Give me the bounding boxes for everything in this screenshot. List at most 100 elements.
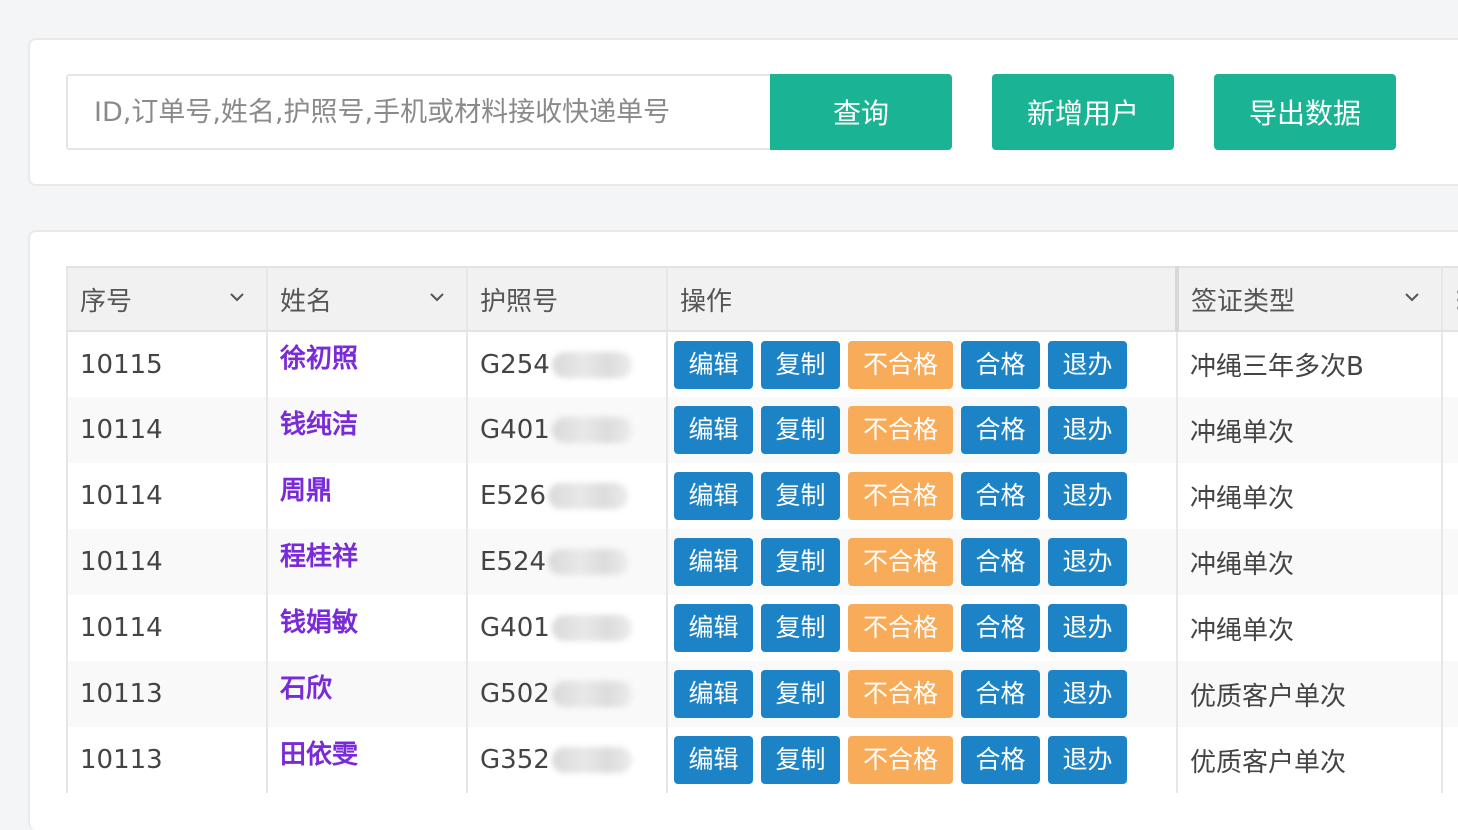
customer-name-link[interactable]: 徐初照 <box>280 344 358 374</box>
chevron-down-icon[interactable] <box>228 288 246 306</box>
cell-seq: 10115 <box>66 331 268 397</box>
cell-operation: 编辑 复制 不合格 合格 退办 <box>666 397 1178 463</box>
copy-button[interactable]: 复制 <box>761 736 840 784</box>
pass-button[interactable]: 合格 <box>961 472 1040 520</box>
table-row: 10114 钱娟敏 G401 编辑 复制 不合格 合格 退办 冲绳单次 <box>66 595 1458 661</box>
column-header-passport: 护照号 <box>466 266 668 332</box>
cell-seq: 10114 <box>66 529 268 595</box>
passport-redacted <box>551 747 632 774</box>
withdraw-button[interactable]: 退办 <box>1048 736 1127 784</box>
column-header-seq[interactable]: 序号 <box>66 266 268 332</box>
cell-name: 钱娟敏 <box>266 595 468 661</box>
column-header-label: 序号 <box>80 286 133 317</box>
fail-button[interactable]: 不合格 <box>848 736 953 784</box>
copy-button[interactable]: 复制 <box>761 472 840 520</box>
passport-redacted <box>551 351 632 378</box>
pass-button[interactable]: 合格 <box>961 736 1040 784</box>
customer-name-link[interactable]: 周鼎 <box>280 476 332 506</box>
search-panel: 查询 新增用户 导出数据 <box>28 38 1458 186</box>
table-row: 10113 田依雯 G352 编辑 复制 不合格 合格 退办 优质客户单次 <box>66 727 1458 793</box>
cell-passport: G401 <box>466 595 668 661</box>
column-menu[interactable] <box>1441 266 1458 332</box>
pass-button[interactable]: 合格 <box>961 340 1040 389</box>
passport-redacted <box>551 615 632 642</box>
fail-button[interactable]: 不合格 <box>848 604 953 652</box>
withdraw-button[interactable]: 退办 <box>1048 604 1127 652</box>
chevron-down-icon[interactable] <box>1403 288 1421 306</box>
export-data-button[interactable]: 导出数据 <box>1214 74 1396 150</box>
edit-button[interactable]: 编辑 <box>674 340 753 389</box>
cell-name: 石欣 <box>266 661 468 727</box>
customer-name-link[interactable]: 程桂祥 <box>280 542 358 572</box>
withdraw-button[interactable]: 退办 <box>1048 472 1127 520</box>
copy-button[interactable]: 复制 <box>761 340 840 389</box>
fail-button[interactable]: 不合格 <box>848 472 953 520</box>
cell-extra <box>1441 727 1458 793</box>
cell-operation: 编辑 复制 不合格 合格 退办 <box>666 529 1178 595</box>
passport-number: G502 <box>480 679 550 710</box>
table-row: 10115 徐初照 G254 编辑 复制 不合格 合格 退办 冲绳三年多次B <box>66 331 1458 397</box>
cell-operation: 编辑 复制 不合格 合格 退办 <box>666 463 1178 529</box>
cell-extra <box>1441 463 1458 529</box>
column-header-label: 护照号 <box>480 286 559 317</box>
passport-number: E526 <box>480 481 547 512</box>
column-header-label: 签证类型 <box>1191 286 1296 317</box>
cell-visa-type: 优质客户单次 <box>1176 661 1443 727</box>
table-row: 10114 程桂祥 E524 编辑 复制 不合格 合格 退办 冲绳单次 <box>66 529 1458 595</box>
withdraw-button[interactable]: 退办 <box>1048 670 1127 718</box>
column-header-name[interactable]: 姓名 <box>266 266 468 332</box>
customer-table: 序号 姓名 护照号 操作 签证类型 10115 徐初照 G254 编辑 复制 不… <box>66 266 1458 793</box>
withdraw-button[interactable]: 退办 <box>1048 406 1127 454</box>
passport-redacted <box>548 483 629 510</box>
cell-passport: G502 <box>466 661 668 727</box>
customer-name-link[interactable]: 钱娟敏 <box>280 608 358 638</box>
copy-button[interactable]: 复制 <box>761 406 840 454</box>
passport-redacted <box>548 549 629 576</box>
fail-button[interactable]: 不合格 <box>848 406 953 454</box>
edit-button[interactable]: 编辑 <box>674 604 753 652</box>
pass-button[interactable]: 合格 <box>961 604 1040 652</box>
cell-operation: 编辑 复制 不合格 合格 退办 <box>666 595 1178 661</box>
copy-button[interactable]: 复制 <box>761 670 840 718</box>
column-header-visa-type[interactable]: 签证类型 <box>1176 266 1443 332</box>
cell-seq: 10114 <box>66 595 268 661</box>
add-user-button[interactable]: 新增用户 <box>992 74 1174 150</box>
column-header-label: 姓名 <box>280 286 333 317</box>
edit-button[interactable]: 编辑 <box>674 472 753 520</box>
cell-visa-type: 冲绳单次 <box>1176 463 1443 529</box>
edit-button[interactable]: 编辑 <box>674 538 753 586</box>
table-row: 10114 钱纯洁 G401 编辑 复制 不合格 合格 退办 冲绳单次 <box>66 397 1458 463</box>
cell-passport: G352 <box>466 727 668 793</box>
pass-button[interactable]: 合格 <box>961 406 1040 454</box>
customer-name-link[interactable]: 石欣 <box>280 674 332 704</box>
edit-button[interactable]: 编辑 <box>674 736 753 784</box>
fail-button[interactable]: 不合格 <box>848 340 953 389</box>
cell-operation: 编辑 复制 不合格 合格 退办 <box>666 331 1178 397</box>
cell-seq: 10114 <box>66 463 268 529</box>
chevron-down-icon[interactable] <box>428 288 446 306</box>
copy-button[interactable]: 复制 <box>761 604 840 652</box>
cell-name: 徐初照 <box>266 331 468 397</box>
column-header-label: 操作 <box>680 286 733 317</box>
pass-button[interactable]: 合格 <box>961 670 1040 718</box>
cell-visa-type: 优质客户单次 <box>1176 727 1443 793</box>
cell-name: 周鼎 <box>266 463 468 529</box>
withdraw-button[interactable]: 退办 <box>1048 538 1127 586</box>
search-input[interactable] <box>66 74 772 150</box>
customer-name-link[interactable]: 田依雯 <box>280 740 358 770</box>
cell-visa-type: 冲绳单次 <box>1176 397 1443 463</box>
withdraw-button[interactable]: 退办 <box>1048 340 1127 389</box>
copy-button[interactable]: 复制 <box>761 538 840 586</box>
cell-passport: G401 <box>466 397 668 463</box>
passport-redacted <box>551 681 632 708</box>
pass-button[interactable]: 合格 <box>961 538 1040 586</box>
fail-button[interactable]: 不合格 <box>848 670 953 718</box>
query-button[interactable]: 查询 <box>770 74 952 150</box>
customer-name-link[interactable]: 钱纯洁 <box>280 410 358 440</box>
cell-visa-type: 冲绳三年多次B <box>1176 331 1443 397</box>
passport-number: E524 <box>480 547 547 578</box>
edit-button[interactable]: 编辑 <box>674 406 753 454</box>
fail-button[interactable]: 不合格 <box>848 538 953 586</box>
passport-number: G352 <box>480 745 550 776</box>
edit-button[interactable]: 编辑 <box>674 670 753 718</box>
